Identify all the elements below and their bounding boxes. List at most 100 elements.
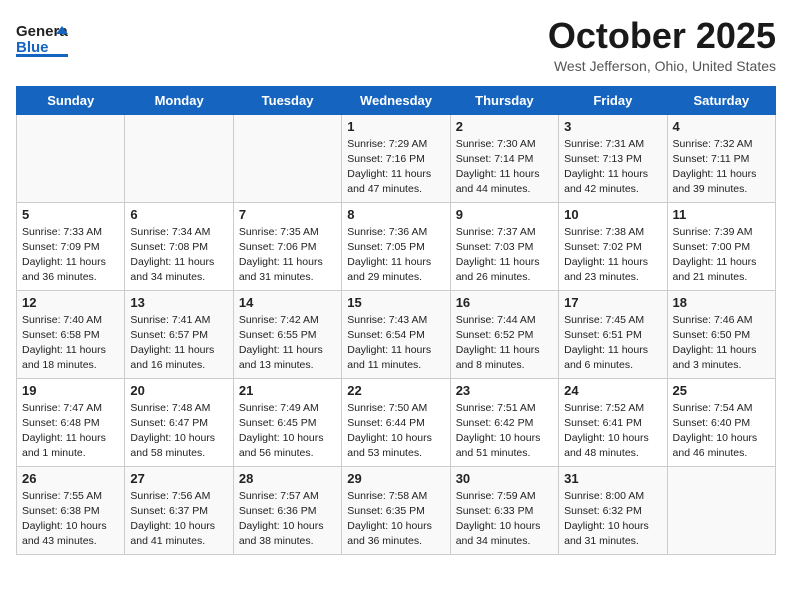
day-cell: 13 Sunrise: 7:41 AM Sunset: 6:57 PM Dayli… — [125, 290, 233, 378]
day-detail: Sunrise: 7:32 AM Sunset: 7:11 PM Dayligh… — [673, 137, 770, 198]
day-number: 27 — [130, 471, 227, 486]
day-cell: 25 Sunrise: 7:54 AM Sunset: 6:40 PM Dayli… — [667, 378, 775, 466]
day-number: 6 — [130, 207, 227, 222]
day-detail: Sunrise: 7:37 AM Sunset: 7:03 PM Dayligh… — [456, 225, 553, 286]
day-detail: Sunrise: 7:58 AM Sunset: 6:35 PM Dayligh… — [347, 489, 444, 550]
day-number: 31 — [564, 471, 661, 486]
day-detail: Sunrise: 7:33 AM Sunset: 7:09 PM Dayligh… — [22, 225, 119, 286]
day-cell: 7 Sunrise: 7:35 AM Sunset: 7:06 PM Daylig… — [233, 202, 341, 290]
day-cell: 2 Sunrise: 7:30 AM Sunset: 7:14 PM Daylig… — [450, 114, 558, 202]
day-cell: 15Sunrise: 7:43 AM Sunset: 6:54 PM Dayli… — [342, 290, 450, 378]
day-detail: Sunrise: 8:00 AM Sunset: 6:32 PM Dayligh… — [564, 489, 661, 550]
day-cell: 16 Sunrise: 7:44 AM Sunset: 6:52 PM Dayli… — [450, 290, 558, 378]
day-detail: Sunrise: 7:48 AM Sunset: 6:47 PM Dayligh… — [130, 401, 227, 462]
day-cell: 3 Sunrise: 7:31 AM Sunset: 7:13 PM Daylig… — [559, 114, 667, 202]
day-detail: Sunrise: 7:38 AM Sunset: 7:02 PM Dayligh… — [564, 225, 661, 286]
day-detail: Sunrise: 7:30 AM Sunset: 7:14 PM Dayligh… — [456, 137, 553, 198]
day-cell: 20 Sunrise: 7:48 AM Sunset: 6:47 PM Dayli… — [125, 378, 233, 466]
day-detail: Sunrise: 7:50 AM Sunset: 6:44 PM Dayligh… — [347, 401, 444, 462]
day-cell: 28Sunrise: 7:57 AM Sunset: 6:36 PM Dayli… — [233, 466, 341, 554]
day-detail: Sunrise: 7:36 AM Sunset: 7:05 PM Dayligh… — [347, 225, 444, 286]
day-number: 5 — [22, 207, 119, 222]
day-detail: Sunrise: 7:57 AM Sunset: 6:36 PM Dayligh… — [239, 489, 336, 550]
day-number: 13 — [130, 295, 227, 310]
calendar-table: SundayMondayTuesdayWednesdayThursdayFrid… — [16, 86, 776, 555]
col-header-tuesday: Tuesday — [233, 86, 341, 114]
col-header-thursday: Thursday — [450, 86, 558, 114]
day-number: 2 — [456, 119, 553, 134]
day-detail: Sunrise: 7:41 AM Sunset: 6:57 PM Dayligh… — [130, 313, 227, 374]
svg-text:Blue: Blue — [16, 39, 49, 56]
day-cell — [17, 114, 125, 202]
day-number: 16 — [456, 295, 553, 310]
day-detail: Sunrise: 7:45 AM Sunset: 6:51 PM Dayligh… — [564, 313, 661, 374]
day-detail: Sunrise: 7:31 AM Sunset: 7:13 PM Dayligh… — [564, 137, 661, 198]
logo-icon: General Blue — [16, 16, 68, 60]
day-cell: 31 Sunrise: 8:00 AM Sunset: 6:32 PM Dayli… — [559, 466, 667, 554]
day-number: 9 — [456, 207, 553, 222]
day-number: 14 — [239, 295, 336, 310]
col-header-monday: Monday — [125, 86, 233, 114]
day-detail: Sunrise: 7:59 AM Sunset: 6:33 PM Dayligh… — [456, 489, 553, 550]
day-cell: 5 Sunrise: 7:33 AM Sunset: 7:09 PM Daylig… — [17, 202, 125, 290]
day-detail: Sunrise: 7:39 AM Sunset: 7:00 PM Dayligh… — [673, 225, 770, 286]
day-number: 17 — [564, 295, 661, 310]
day-number: 25 — [673, 383, 770, 398]
day-detail: Sunrise: 7:52 AM Sunset: 6:41 PM Dayligh… — [564, 401, 661, 462]
day-number: 12 — [22, 295, 119, 310]
week-row-1: 1Sunrise: 7:29 AM Sunset: 7:16 PM Daylig… — [17, 114, 776, 202]
day-cell: 21 Sunrise: 7:49 AM Sunset: 6:45 PM Dayli… — [233, 378, 341, 466]
week-row-4: 19 Sunrise: 7:47 AM Sunset: 6:48 PM Dayli… — [17, 378, 776, 466]
day-cell: 10 Sunrise: 7:38 AM Sunset: 7:02 PM Dayli… — [559, 202, 667, 290]
day-detail: Sunrise: 7:34 AM Sunset: 7:08 PM Dayligh… — [130, 225, 227, 286]
day-cell — [125, 114, 233, 202]
page-header: General Blue October 2025 West Jefferson… — [16, 16, 776, 74]
week-row-5: 26 Sunrise: 7:55 AM Sunset: 6:38 PM Dayli… — [17, 466, 776, 554]
day-detail: Sunrise: 7:55 AM Sunset: 6:38 PM Dayligh… — [22, 489, 119, 550]
day-number: 8 — [347, 207, 444, 222]
day-detail: Sunrise: 7:54 AM Sunset: 6:40 PM Dayligh… — [673, 401, 770, 462]
day-number: 19 — [22, 383, 119, 398]
day-cell — [233, 114, 341, 202]
day-detail: Sunrise: 7:47 AM Sunset: 6:48 PM Dayligh… — [22, 401, 119, 462]
day-cell: 19 Sunrise: 7:47 AM Sunset: 6:48 PM Dayli… — [17, 378, 125, 466]
day-detail: Sunrise: 7:46 AM Sunset: 6:50 PM Dayligh… — [673, 313, 770, 374]
day-number: 26 — [22, 471, 119, 486]
col-header-friday: Friday — [559, 86, 667, 114]
day-cell: 27 Sunrise: 7:56 AM Sunset: 6:37 PM Dayli… — [125, 466, 233, 554]
day-number: 7 — [239, 207, 336, 222]
day-detail: Sunrise: 7:40 AM Sunset: 6:58 PM Dayligh… — [22, 313, 119, 374]
day-number: 15 — [347, 295, 444, 310]
month-title: October 2025 — [548, 16, 776, 56]
day-number: 21 — [239, 383, 336, 398]
day-cell: 23 Sunrise: 7:51 AM Sunset: 6:42 PM Dayli… — [450, 378, 558, 466]
day-detail: Sunrise: 7:49 AM Sunset: 6:45 PM Dayligh… — [239, 401, 336, 462]
day-cell: 8 Sunrise: 7:36 AM Sunset: 7:05 PM Daylig… — [342, 202, 450, 290]
day-cell: 6 Sunrise: 7:34 AM Sunset: 7:08 PM Daylig… — [125, 202, 233, 290]
title-block: October 2025 West Jefferson, Ohio, Unite… — [548, 16, 776, 74]
day-number: 3 — [564, 119, 661, 134]
day-detail: Sunrise: 7:44 AM Sunset: 6:52 PM Dayligh… — [456, 313, 553, 374]
day-number: 23 — [456, 383, 553, 398]
day-number: 10 — [564, 207, 661, 222]
col-header-wednesday: Wednesday — [342, 86, 450, 114]
day-detail: Sunrise: 7:51 AM Sunset: 6:42 PM Dayligh… — [456, 401, 553, 462]
day-cell — [667, 466, 775, 554]
location-subtitle: West Jefferson, Ohio, United States — [548, 58, 776, 74]
day-number: 11 — [673, 207, 770, 222]
day-number: 20 — [130, 383, 227, 398]
week-row-2: 5 Sunrise: 7:33 AM Sunset: 7:09 PM Daylig… — [17, 202, 776, 290]
day-cell: 17 Sunrise: 7:45 AM Sunset: 6:51 PM Dayli… — [559, 290, 667, 378]
day-cell: 26 Sunrise: 7:55 AM Sunset: 6:38 PM Dayli… — [17, 466, 125, 554]
calendar-header-row: SundayMondayTuesdayWednesdayThursdayFrid… — [17, 86, 776, 114]
logo: General Blue — [16, 16, 68, 60]
day-cell: 12 Sunrise: 7:40 AM Sunset: 6:58 PM Dayli… — [17, 290, 125, 378]
day-cell: 24Sunrise: 7:52 AM Sunset: 6:41 PM Dayli… — [559, 378, 667, 466]
day-cell: 9 Sunrise: 7:37 AM Sunset: 7:03 PM Daylig… — [450, 202, 558, 290]
day-cell: 11 Sunrise: 7:39 AM Sunset: 7:00 PM Dayli… — [667, 202, 775, 290]
day-number: 1 — [347, 119, 444, 134]
week-row-3: 12 Sunrise: 7:40 AM Sunset: 6:58 PM Dayli… — [17, 290, 776, 378]
day-detail: Sunrise: 7:35 AM Sunset: 7:06 PM Dayligh… — [239, 225, 336, 286]
col-header-saturday: Saturday — [667, 86, 775, 114]
day-detail: Sunrise: 7:56 AM Sunset: 6:37 PM Dayligh… — [130, 489, 227, 550]
